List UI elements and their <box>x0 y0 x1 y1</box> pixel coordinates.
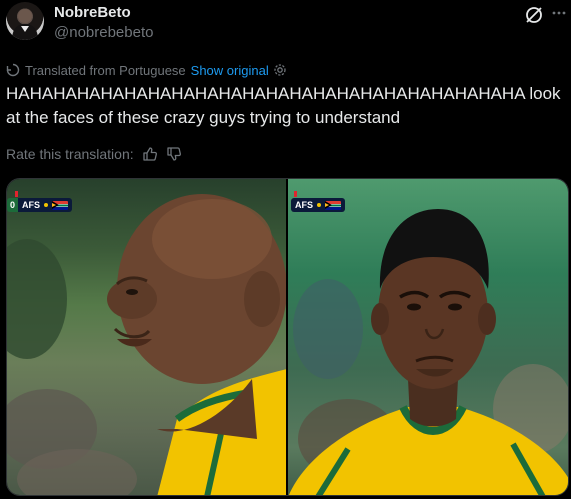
status-dot <box>44 203 49 207</box>
live-indicator <box>294 191 297 197</box>
south-africa-flag-icon <box>325 200 341 210</box>
translate-icon <box>6 63 20 77</box>
avatar[interactable] <box>6 2 44 40</box>
player-right-illustration <box>288 209 568 495</box>
gear-icon[interactable] <box>273 63 287 77</box>
more-icon[interactable] <box>551 3 567 23</box>
author-handle[interactable]: @nobrebebeto <box>54 24 153 41</box>
thumbs-down-icon[interactable] <box>166 146 182 162</box>
show-original-link[interactable]: Show original <box>191 63 269 78</box>
player-left-illustration <box>7 194 286 495</box>
score-badge: 0 AFS <box>7 198 73 212</box>
translation-info: Translated from Portuguese Show original <box>6 61 287 79</box>
photo-right[interactable]: AFS <box>288 179 568 495</box>
grok-icon[interactable] <box>524 5 544 25</box>
score-value: 0 <box>7 198 19 212</box>
team-code-text: AFS <box>22 200 41 210</box>
thumbs-up-icon[interactable] <box>142 146 158 162</box>
translated-from-label: Translated from Portuguese <box>25 62 186 78</box>
team-code-text: AFS <box>295 200 313 210</box>
south-africa-flag-icon <box>52 200 69 210</box>
photo-left[interactable]: 0 AFS <box>7 179 286 495</box>
author-name[interactable]: NobreBeto <box>54 4 131 21</box>
team-code: AFS <box>291 198 345 212</box>
live-indicator <box>15 191 18 197</box>
tweet-text: HAHAHAHAHAHAHAHAHAHAHAHAHAHAHAHAHAHAHAHA… <box>6 84 561 127</box>
score-badge: AFS <box>291 198 345 212</box>
status-dot <box>317 203 321 207</box>
team-code: AFS <box>18 198 73 212</box>
media-grid[interactable]: 0 AFS AFS <box>6 178 569 496</box>
rate-translation-row: Rate this translation: <box>6 144 182 164</box>
rate-translation-label: Rate this translation: <box>6 146 134 162</box>
